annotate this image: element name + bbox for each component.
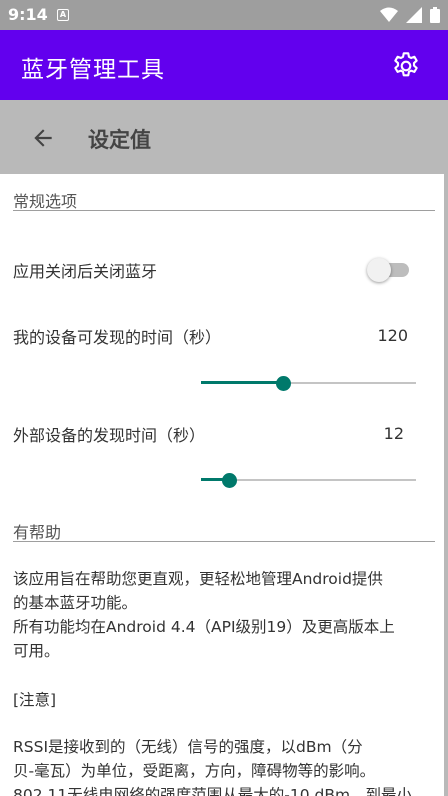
- help-note-heading: [注意]: [13, 691, 57, 709]
- slider-fill: [201, 381, 283, 384]
- wifi-icon: [380, 7, 398, 22]
- discoverable-time-slider[interactable]: [201, 373, 416, 393]
- app-bar: 蓝牙管理工具: [0, 30, 448, 100]
- arrow-left-icon[interactable]: [30, 125, 56, 151]
- help-line: 的基本蓝牙功能。: [13, 594, 138, 612]
- settings-toolbar: 设定值: [0, 100, 448, 174]
- gear-icon[interactable]: [390, 50, 422, 82]
- section-divider: [13, 210, 435, 211]
- external-discovery-slider[interactable]: [201, 470, 416, 490]
- help-rssi-text: RSSI是接收到的（无线）信号的强度，以dBm（分 贝-毫瓦）为单位，受距离，方…: [13, 735, 433, 796]
- settings-sheet: 常规选项 应用关闭后关闭蓝牙 我的设备可发现的时间（秒） 120 外部设备的发现…: [0, 174, 444, 796]
- close-bt-on-exit-label: 应用关闭后关闭蓝牙: [13, 262, 158, 281]
- external-discovery-value: 12: [383, 424, 404, 443]
- a-box-icon: A: [57, 9, 69, 21]
- status-icons: [380, 7, 440, 23]
- help-line: 贝-毫瓦）为单位，受距离，方向，障碍物等的影响。: [13, 762, 376, 780]
- help-line: 该应用旨在帮助您更直观，更轻松地管理Android提供: [13, 570, 383, 588]
- app-title: 蓝牙管理工具: [21, 57, 165, 83]
- status-time: 9:14: [8, 5, 48, 24]
- status-bar: 9:14 A: [0, 0, 448, 30]
- slider-knob[interactable]: [222, 473, 237, 488]
- section-divider: [13, 541, 435, 542]
- section-header-general: 常规选项: [13, 192, 78, 211]
- help-line: 802.11无线电网络的强度范围从最大的-10 dBm，到最小: [13, 786, 413, 796]
- switch-thumb: [367, 258, 391, 282]
- help-description: 该应用旨在帮助您更直观，更轻松地管理Android提供 的基本蓝牙功能。 所有功…: [13, 567, 433, 663]
- section-header-help: 有帮助: [13, 523, 62, 542]
- signal-icon: [406, 7, 422, 23]
- discoverable-time-label: 我的设备可发现的时间（秒）: [13, 328, 222, 347]
- battery-icon: [430, 7, 440, 23]
- help-line: 所有功能均在Android 4.4（API级别19）及更高版本上: [13, 618, 395, 636]
- slider-knob[interactable]: [276, 376, 291, 391]
- help-line: 可用。: [13, 642, 60, 660]
- settings-title: 设定值: [88, 128, 151, 152]
- close-bt-on-exit-switch[interactable]: [367, 256, 411, 282]
- discoverable-time-value: 120: [377, 326, 408, 345]
- help-line: RSSI是接收到的（无线）信号的强度，以dBm（分: [13, 738, 363, 756]
- external-discovery-label: 外部设备的发现时间（秒）: [13, 426, 206, 445]
